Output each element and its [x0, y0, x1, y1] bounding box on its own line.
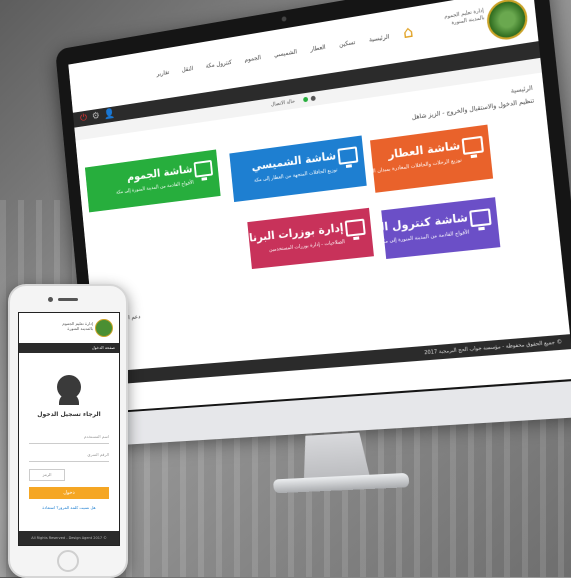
nav-item[interactable]: الرئيسية: [369, 33, 390, 43]
home-icon[interactable]: ⌂: [402, 21, 414, 42]
tile-alshumaisi[interactable]: شاشة الشميسي توزيع الحافلات المتجهة من ا…: [229, 135, 366, 202]
nav-item[interactable]: العطار: [310, 44, 326, 53]
nav-item[interactable]: الجموم: [244, 54, 261, 63]
tile-desc: توزيع الرحلات والحافلات المغادرة بميدان …: [370, 157, 462, 176]
desktop-screen: إدارة تعليم الجموم بالمدينة المنورة ⌂ ال…: [68, 0, 571, 412]
nav-item[interactable]: الشميسي: [274, 48, 298, 59]
site-footer: جميع الحقوق محفوظة - مؤسسة جواب الحج الب…: [98, 334, 571, 385]
nav-item[interactable]: تسكين: [339, 39, 356, 49]
site-logo[interactable]: [485, 0, 529, 42]
page-subtitle: تنظيم الدخول والاستقبال والخروج - الزيز …: [411, 97, 534, 121]
nav-item[interactable]: تقارير: [156, 69, 169, 78]
desktop-monitor: إدارة تعليم الجموم بالمدينة المنورة ⌂ ال…: [55, 0, 571, 498]
tile-program-admin[interactable]: إدارة بوزرات البرنامج الصلاحيات - إدارة …: [247, 208, 374, 269]
power-icon[interactable]: ⏻: [80, 113, 88, 124]
status-dot-dark: [311, 96, 316, 102]
monitor-icon: [462, 136, 484, 155]
front-camera-icon: [48, 297, 53, 302]
status-dots: [301, 91, 317, 107]
status-dot-green: [303, 97, 308, 103]
monitor-icon: [194, 160, 214, 178]
phone-footer: All Rights Reserved - Design Agent 2017 …: [19, 531, 119, 545]
username-field[interactable]: اسم المستخدم: [29, 431, 109, 444]
site-logo-text: إدارة تعليم الجموم بالمدينة المنورة: [432, 8, 485, 31]
user-avatar-icon: [57, 375, 81, 399]
monitor-icon: [469, 208, 492, 227]
smartphone: إدارة تعليم الجموم بالمدينة المنورة صفحة…: [8, 284, 128, 578]
nav-item[interactable]: كنترول مكة: [205, 59, 232, 70]
forgot-password-link[interactable]: هل نسيت كلمة المرور؟ استعادة: [19, 505, 119, 510]
monitor-icon: [337, 146, 358, 165]
id-card-icon: [345, 219, 366, 237]
home-button[interactable]: [57, 550, 79, 572]
status-label: حالة الاتصال: [271, 99, 296, 108]
tile-aljumum[interactable]: شاشة الجموم الأفواج القادمة من المدينة ا…: [85, 149, 221, 212]
phone-logo: [95, 319, 113, 337]
password-field[interactable]: الرقم السري: [29, 449, 109, 462]
login-button[interactable]: دخول: [29, 487, 109, 499]
speaker-grille: [58, 298, 78, 301]
breadcrumb[interactable]: الرئيسية: [510, 85, 533, 95]
tile-alattar[interactable]: شاشة العطار توزيع الرحلات والحافلات المغ…: [370, 125, 493, 193]
login-heading: الرجاء تسجيل الدخول: [19, 411, 119, 418]
gear-icon[interactable]: ⚙: [92, 111, 101, 122]
phone-logo-text: إدارة تعليم الجموم بالمدينة المنورة: [53, 321, 93, 331]
phone-screen: إدارة تعليم الجموم بالمدينة المنورة صفحة…: [18, 312, 120, 546]
nav-item[interactable]: النقل: [181, 65, 193, 74]
monitor-bezel: إدارة تعليم الجموم بالمدينة المنورة ⌂ ال…: [55, 0, 571, 441]
user-icon[interactable]: 👤: [104, 108, 116, 120]
captcha-field[interactable]: الرمز: [29, 469, 65, 481]
webcam-icon: [281, 16, 286, 22]
phone-title-bar: صفحة الدخول: [19, 343, 119, 353]
tile-transport-control[interactable]: شاشة كنترول النقل الأفواج القادمة من الم…: [381, 197, 500, 259]
